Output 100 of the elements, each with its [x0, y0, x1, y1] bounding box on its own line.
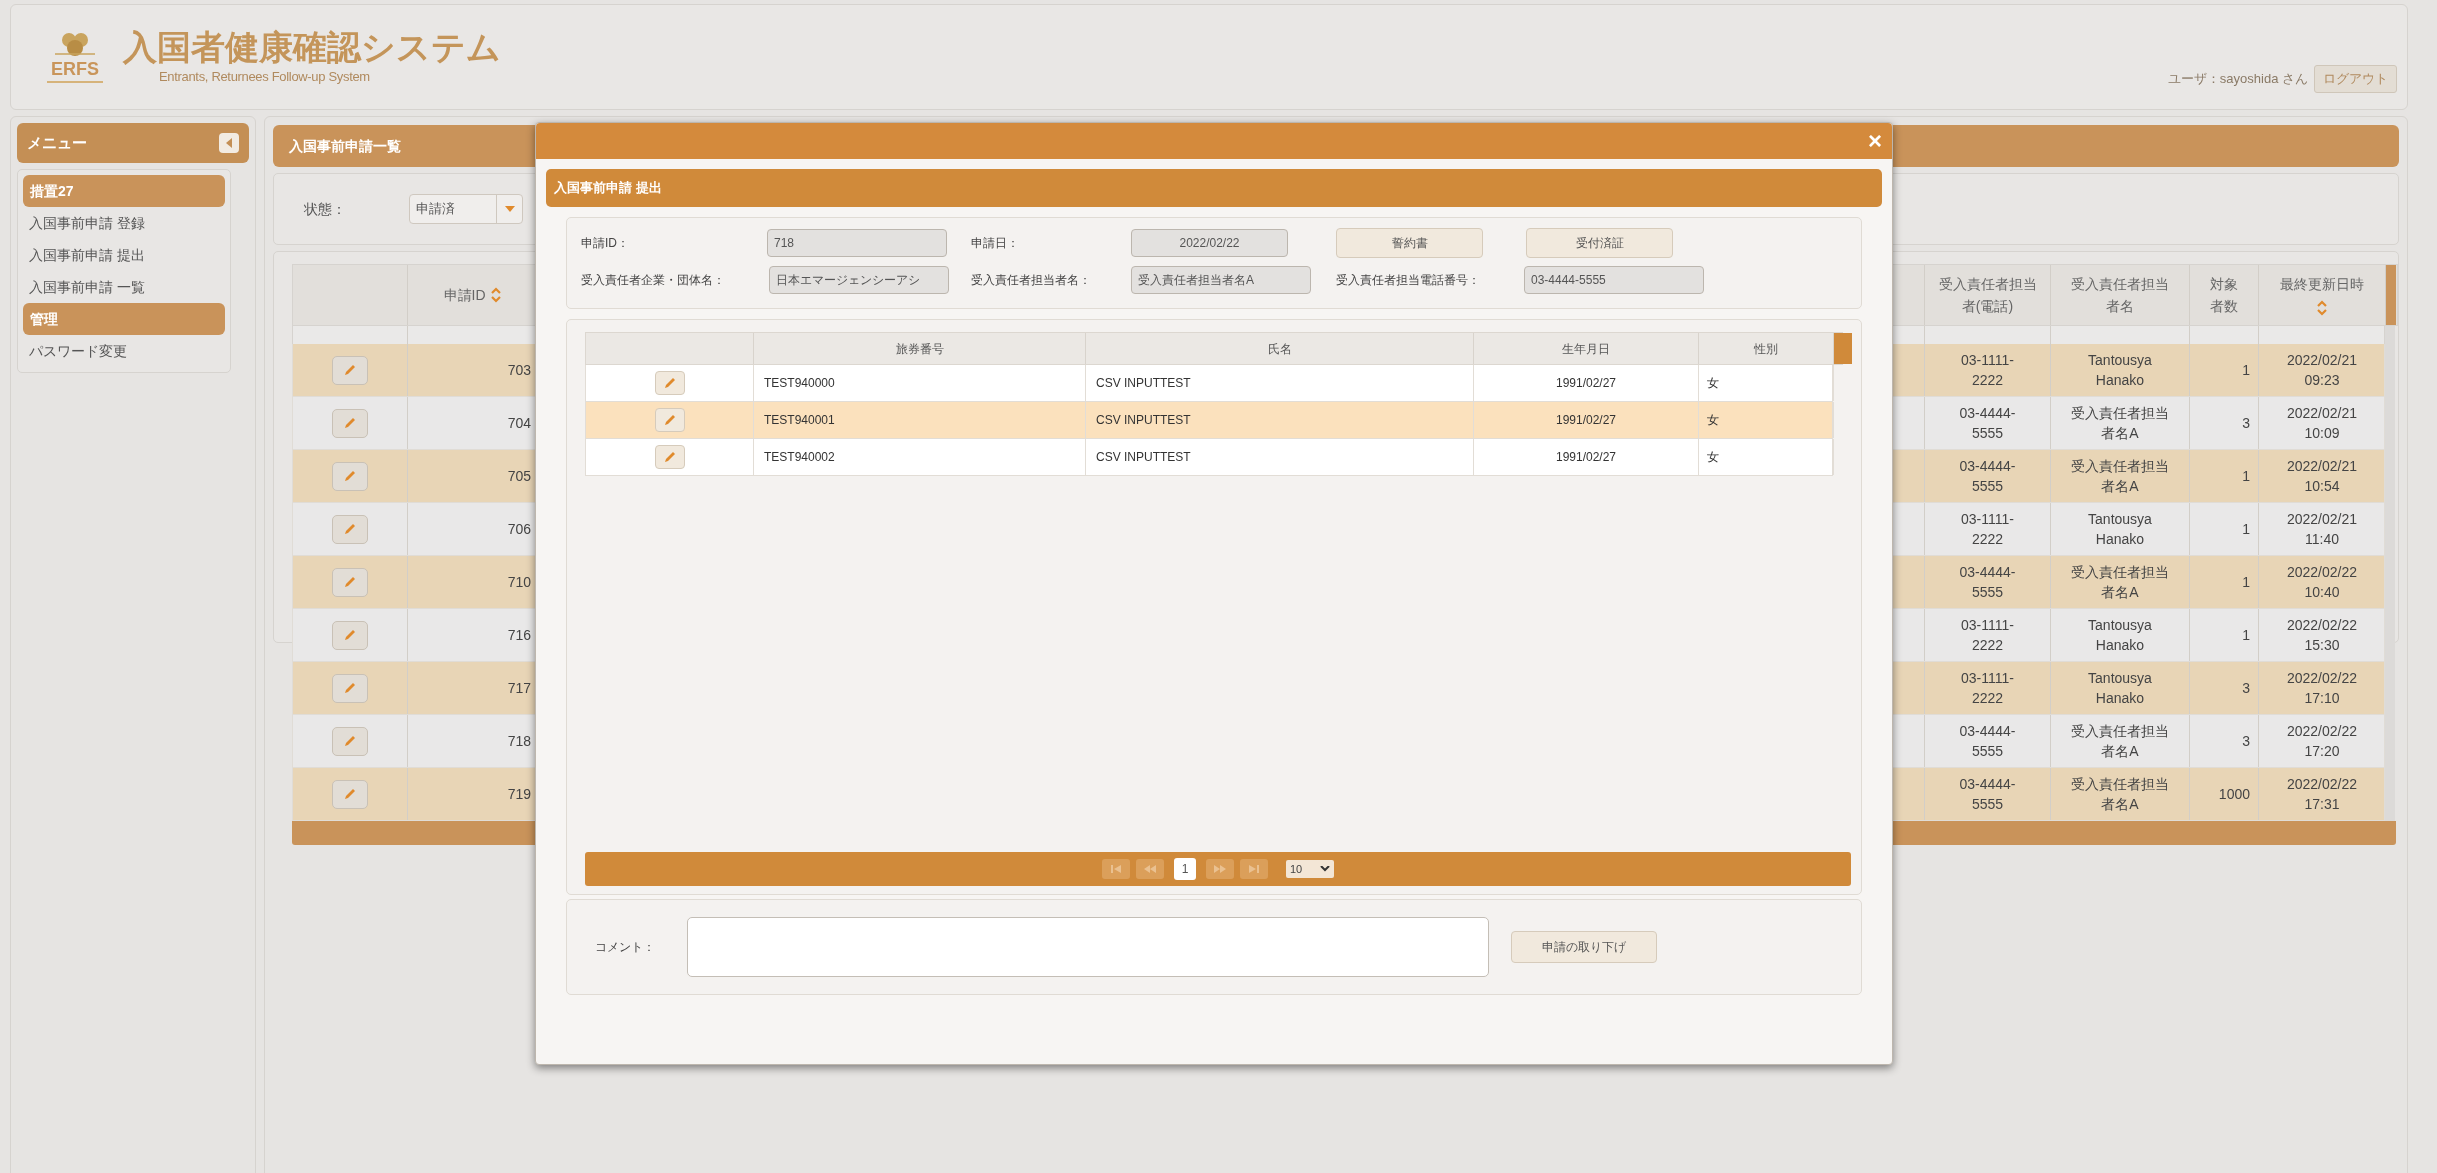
column-header: 受入責任者担当者名	[2051, 265, 2190, 325]
sort-icon	[2316, 299, 2328, 317]
edit-button[interactable]	[332, 673, 368, 703]
form-title-bar: 入国事前申請 提出	[546, 169, 1882, 207]
table-cell-text: 1991/02/27	[1555, 375, 1617, 392]
previous-page-button[interactable]	[1136, 859, 1164, 879]
table-cell-text: 女	[1707, 449, 1719, 466]
table-cell-text: TEST940001	[764, 412, 835, 429]
table-cell-text: 03-4444-5555	[1958, 404, 2017, 443]
comment-field[interactable]	[687, 917, 1489, 977]
table-cell-text: 03-1111-2222	[1960, 510, 2015, 549]
table-cell-text: 703	[507, 360, 531, 380]
readonly-field: 日本エマージェンシーアシ	[769, 266, 949, 294]
next-page-icon	[1213, 865, 1227, 873]
page-size-select[interactable]: 10	[1286, 860, 1334, 878]
pencil-icon	[342, 362, 358, 378]
last-page-button[interactable]	[1240, 859, 1268, 879]
table-cell-text: 03-1111-2222	[1960, 669, 2015, 708]
table-cell-text: 716	[507, 625, 531, 645]
edit-button[interactable]	[332, 567, 368, 597]
field-label: 受入責任者企業・団体名：	[581, 272, 726, 289]
table-cell-text: 3	[2242, 731, 2250, 751]
menu-title: メニュー	[27, 132, 87, 153]
table-cell-text: 女	[1707, 412, 1719, 429]
menu-link[interactable]: 入国事前申請 登録	[23, 207, 225, 239]
pencil-icon	[342, 415, 358, 431]
menu-link[interactable]: 入国事前申請 提出	[23, 239, 225, 271]
table-cell-text: 受入責任者担当者名A	[2070, 775, 2170, 814]
field-label: 受入責任者担当者名：	[971, 272, 1092, 289]
table-cell-text: 1	[2242, 519, 2250, 539]
document-button[interactable]: 誓約書	[1336, 228, 1483, 258]
field-label: 受入責任者担当電話番号：	[1336, 272, 1481, 289]
readonly-field: 受入責任者担当者名A	[1131, 266, 1311, 294]
app-title: 入国者健康確認システム	[123, 27, 501, 68]
table-cell-text: 3	[2242, 413, 2250, 433]
scrollbar[interactable]	[2385, 326, 2395, 821]
table-cell-text: 1	[2242, 466, 2250, 486]
caret-down-icon	[504, 206, 515, 212]
caret-left-icon	[225, 138, 233, 148]
menu-group-header: 管理	[23, 303, 225, 335]
table-cell-text: TEST940002	[764, 449, 835, 466]
table-cell-text: CSV INPUTTEST	[1096, 449, 1191, 466]
column-header: 氏名	[1086, 333, 1474, 364]
menu-link[interactable]: 入国事前申請 一覧	[23, 271, 225, 303]
edit-button[interactable]	[654, 408, 685, 432]
edit-button[interactable]	[332, 461, 368, 491]
table-cell-text: 705	[507, 466, 531, 486]
table-cell-text: 718	[507, 731, 531, 751]
edit-button[interactable]	[332, 726, 368, 756]
menu-link[interactable]: パスワード変更	[23, 335, 225, 367]
table-cell-text: Tantousya Hanako	[2087, 669, 2153, 708]
table-cell-text: 2022/02/21 10:54	[2285, 457, 2359, 496]
edit-button[interactable]	[332, 514, 368, 544]
page-number-button[interactable]: 1	[1174, 858, 1196, 880]
table-cell-text: 女	[1707, 375, 1719, 392]
previous-page-icon	[1143, 865, 1157, 873]
table-cell-text: 2022/02/22 17:10	[2285, 669, 2359, 708]
table-cell-text: Tantousya Hanako	[2087, 510, 2153, 549]
next-page-button[interactable]	[1206, 859, 1234, 879]
flower-logo-icon	[55, 31, 95, 57]
readonly-field: 03-4444-5555	[1524, 266, 1704, 294]
table-cell-text: 1	[2242, 625, 2250, 645]
first-page-button[interactable]	[1102, 859, 1130, 879]
menu-group-header: 措置27	[23, 175, 225, 207]
table-cell-text: CSV INPUTTEST	[1096, 375, 1191, 392]
edit-button[interactable]	[654, 445, 685, 469]
status-dropdown[interactable]: 申請済	[409, 194, 523, 224]
table-cell-text: 03-4444-5555	[1958, 457, 2017, 496]
field-label: 申請日：	[971, 235, 1020, 252]
readonly-field: 718	[767, 229, 947, 257]
scroll-header-cap	[1834, 333, 1852, 364]
table-row[interactable]: TEST940001 CSV INPUTTEST 1991/02/27 女	[585, 402, 1833, 439]
table-cell-text: 2022/02/22 15:30	[2285, 616, 2359, 655]
field-label: 申請ID：	[581, 235, 630, 252]
sort-icon	[489, 286, 502, 304]
table-cell-text: 704	[507, 413, 531, 433]
pencil-icon	[342, 680, 358, 696]
table-cell-text: 受入責任者担当者名A	[2070, 722, 2170, 761]
table-cell-text: 2022/02/21 11:40	[2285, 510, 2359, 549]
table-cell-text: 03-4444-5555	[1958, 563, 2017, 602]
edit-button[interactable]	[332, 620, 368, 650]
pencil-icon	[342, 521, 358, 537]
edit-button[interactable]	[332, 355, 368, 385]
collapse-button[interactable]	[219, 133, 239, 153]
logo-text: ERFS	[47, 57, 103, 83]
table-cell-text: 2022/02/22 10:40	[2285, 563, 2359, 602]
table-cell-text: 受入責任者担当者名A	[2070, 404, 2170, 443]
first-page-icon	[1109, 865, 1123, 873]
edit-button[interactable]	[654, 371, 685, 395]
table-cell-text: 1991/02/27	[1555, 449, 1617, 466]
table-row[interactable]: TEST940002 CSV INPUTTEST 1991/02/27 女	[585, 439, 1833, 476]
withdraw-button[interactable]: 申請の取り下げ	[1511, 931, 1657, 963]
table-cell-text: 03-1111-2222	[1960, 351, 2015, 390]
table-cell-text: 1000	[2218, 784, 2250, 804]
edit-button[interactable]	[332, 779, 368, 809]
edit-button[interactable]	[332, 408, 368, 438]
table-cell-text: 受入責任者担当者名A	[2070, 457, 2170, 496]
table-row[interactable]: TEST940000 CSV INPUTTEST 1991/02/27 女	[585, 365, 1833, 402]
last-page-icon	[1247, 865, 1261, 873]
document-button[interactable]: 受付済証	[1526, 228, 1673, 258]
